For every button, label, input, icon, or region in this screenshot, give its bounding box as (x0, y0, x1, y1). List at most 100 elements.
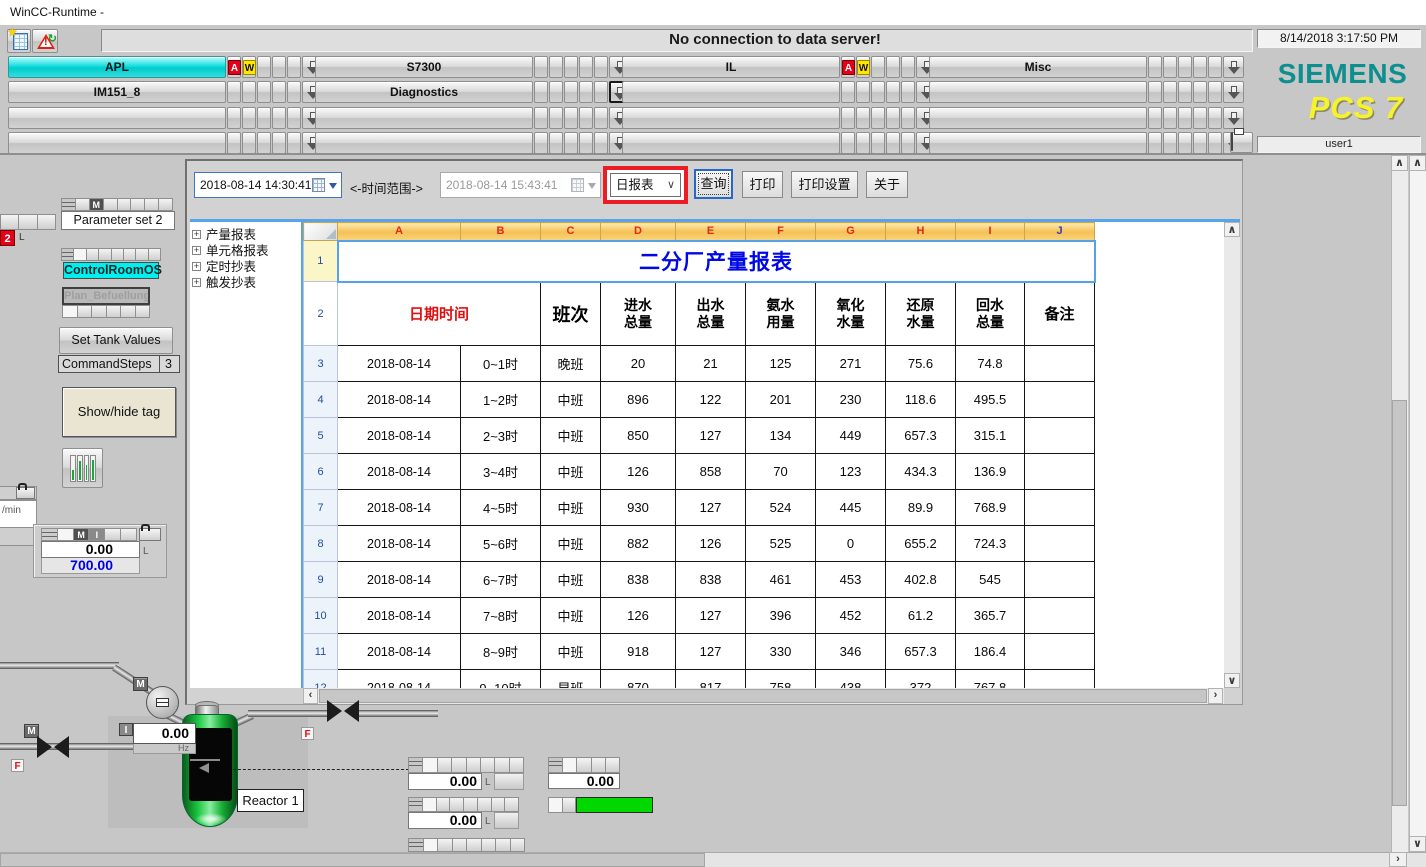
cell-shift[interactable]: 中班 (541, 454, 601, 490)
parameter-set-display[interactable]: Parameter set 2 (61, 211, 175, 230)
cell-note[interactable] (1025, 418, 1095, 454)
area-button-empty[interactable] (8, 107, 226, 129)
parameter-set-header-bar[interactable]: M (61, 198, 173, 211)
cell-value[interactable]: 402.8 (886, 562, 956, 598)
flow-badge[interactable]: F (301, 727, 314, 740)
controlroom-header-bar[interactable] (61, 248, 161, 261)
cell-date[interactable]: 2018-08-14 (338, 418, 461, 454)
cell-shift[interactable]: 中班 (541, 526, 601, 562)
cell-date[interactable]: 2018-08-14 (338, 526, 461, 562)
picture-select-arrow-button[interactable] (1223, 56, 1244, 78)
cell-shift[interactable]: 中班 (541, 418, 601, 454)
table-scroll-right[interactable]: › (1208, 688, 1223, 704)
column-header-D[interactable]: D (601, 223, 676, 241)
outer-vscrollbar[interactable] (1409, 155, 1426, 852)
cell-value[interactable]: 918 (601, 634, 676, 670)
lock-button[interactable] (16, 487, 35, 499)
cell-value[interactable]: 758 (746, 670, 816, 689)
cell-date[interactable]: 2018-08-14 (338, 562, 461, 598)
area-button-empty[interactable] (622, 107, 840, 129)
bottom-scroll-right[interactable]: › (1389, 852, 1407, 867)
area-button-empty[interactable] (315, 107, 533, 129)
column-header-E[interactable]: E (676, 223, 746, 241)
cell-value[interactable]: 346 (816, 634, 886, 670)
table-corner-cell[interactable] (304, 223, 338, 241)
row-number[interactable]: 1 (304, 241, 338, 282)
column-header-G[interactable]: G (816, 223, 886, 241)
cell-value[interactable]: 838 (676, 562, 746, 598)
cell-value[interactable]: 434.3 (886, 454, 956, 490)
header-measure[interactable]: 氧化 水量 (816, 282, 886, 346)
cell-hour[interactable]: 9~10时 (461, 670, 541, 689)
cell-shift[interactable]: 中班 (541, 562, 601, 598)
column-header-I[interactable]: I (956, 223, 1025, 241)
table-scroll-up[interactable]: ∧ (1224, 222, 1240, 237)
area-button-empty[interactable] (929, 81, 1147, 103)
cell-shift[interactable]: 中班 (541, 490, 601, 526)
print-screen-button[interactable] (1230, 132, 1253, 153)
table-hscroll-thumb[interactable] (319, 689, 1207, 703)
cell-date[interactable]: 2018-08-14 (338, 634, 461, 670)
plan-befuellung-display[interactable]: Plan_Befuellung (62, 287, 150, 305)
cell-shift[interactable]: 中班 (541, 382, 601, 418)
query-button[interactable]: 查询 (694, 169, 733, 199)
report-icon-button[interactable]: ★ (7, 29, 31, 53)
header-datetime[interactable]: 日期时间 (338, 282, 541, 346)
cell-note[interactable] (1025, 526, 1095, 562)
set-tank-values-button[interactable]: Set Tank Values (59, 327, 173, 354)
interlock-badge[interactable]: I (119, 723, 133, 736)
cell-value[interactable]: 136.9 (956, 454, 1025, 490)
cell-hour[interactable]: 6~7时 (461, 562, 541, 598)
cell-date[interactable]: 2018-08-14 (338, 598, 461, 634)
row-number[interactable]: 3 (304, 346, 338, 382)
cell-value[interactable]: 127 (676, 634, 746, 670)
show-hide-tag-button[interactable]: Show/hide tag (62, 387, 176, 437)
header-measure[interactable]: 出水 总量 (676, 282, 746, 346)
cell-value[interactable]: 882 (601, 526, 676, 562)
picture-select-arrow-button[interactable] (1223, 107, 1244, 129)
cell-date[interactable]: 2018-08-14 (338, 346, 461, 382)
cell-value[interactable]: 525 (746, 526, 816, 562)
lock-button[interactable] (139, 528, 161, 541)
trend-view-button[interactable] (62, 448, 103, 488)
cell-hour[interactable]: 1~2时 (461, 382, 541, 418)
cell-value[interactable]: 21 (676, 346, 746, 382)
tree-item-1[interactable]: +单元格报表 (190, 243, 301, 259)
row-number[interactable]: 9 (304, 562, 338, 598)
cell-value[interactable]: 858 (676, 454, 746, 490)
report-title-cell[interactable]: 二分厂产量报表 (338, 241, 1095, 282)
cell-hour[interactable]: 3~4时 (461, 454, 541, 490)
cell-date[interactable]: 2018-08-14 (338, 490, 461, 526)
column-header-J[interactable]: J (1025, 223, 1095, 241)
picture-select-arrow-button[interactable] (1223, 81, 1244, 103)
row-number[interactable]: 5 (304, 418, 338, 454)
cell-value[interactable]: 118.6 (886, 382, 956, 418)
cell-note[interactable] (1025, 634, 1095, 670)
cell-hour[interactable]: 0~1时 (461, 346, 541, 382)
header-measure[interactable]: 回水 总量 (956, 282, 1025, 346)
tree-item-2[interactable]: +定时抄表 (190, 259, 301, 275)
cell-shift[interactable]: 中班 (541, 598, 601, 634)
cell-value[interactable]: 127 (676, 418, 746, 454)
header-measure[interactable]: 进水 总量 (601, 282, 676, 346)
outer-scroll-down[interactable]: ∨ (1409, 836, 1426, 852)
volume-faceplate-header[interactable] (408, 757, 524, 773)
table-vscrollbar[interactable] (1224, 222, 1240, 688)
tank-faceplate-header-bar[interactable]: MI (41, 528, 137, 541)
to-datetime-picker[interactable]: 2018-08-14 15:43:41 (440, 172, 601, 198)
cell-hour[interactable]: 5~6时 (461, 526, 541, 562)
cell-note[interactable] (1025, 562, 1095, 598)
header-measure[interactable]: 还原 水量 (886, 282, 956, 346)
cell-shift[interactable]: 中班 (541, 634, 601, 670)
cell-value[interactable]: 230 (816, 382, 886, 418)
cell-value[interactable]: 61.2 (886, 598, 956, 634)
cell-value[interactable]: 545 (956, 562, 1025, 598)
cell-value[interactable]: 724.3 (956, 526, 1025, 562)
area-button-misc[interactable]: Misc (929, 56, 1147, 78)
cell-note[interactable] (1025, 490, 1095, 526)
cell-value[interactable]: 127 (676, 598, 746, 634)
row-number[interactable]: 11 (304, 634, 338, 670)
row-number[interactable]: 2 (304, 282, 338, 346)
cell-value[interactable]: 186.4 (956, 634, 1025, 670)
cell-value[interactable]: 0 (816, 526, 886, 562)
